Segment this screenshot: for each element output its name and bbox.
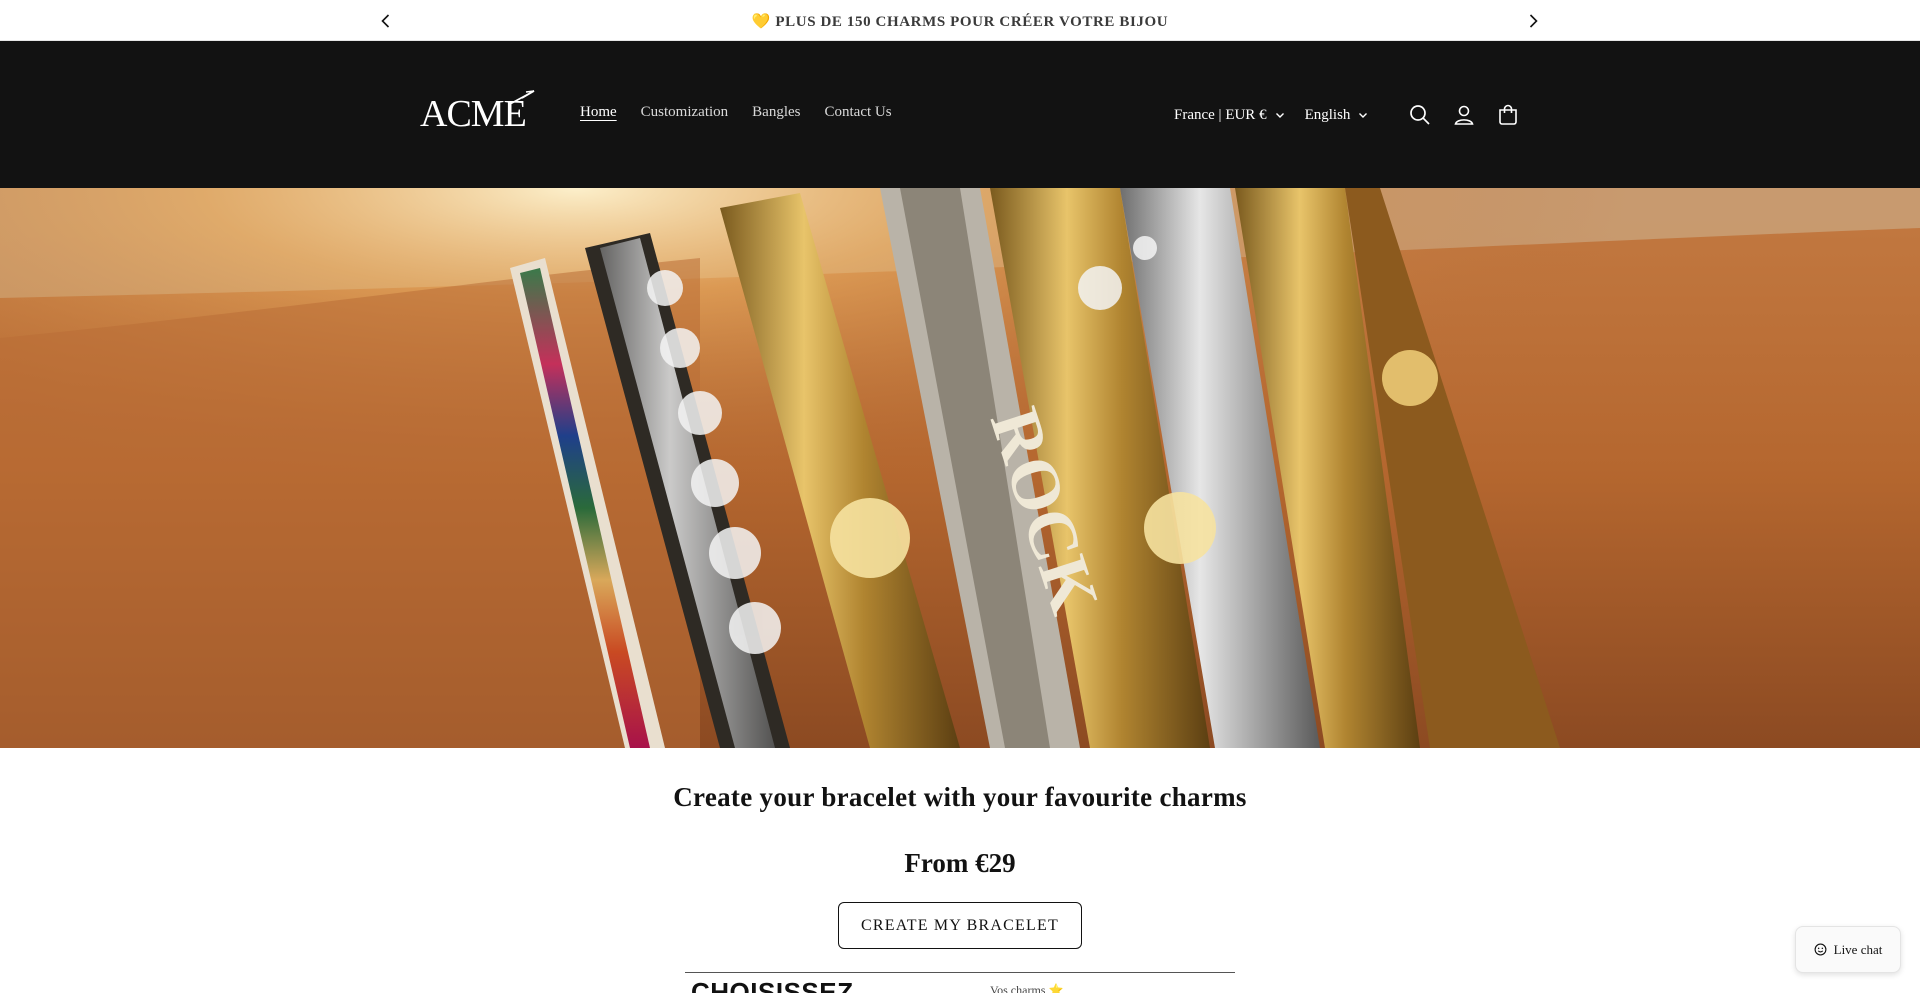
create-bracelet-button[interactable]: CREATE MY BRACELET <box>838 902 1082 949</box>
smiley-icon <box>1814 943 1827 956</box>
site-logo[interactable]: ACME <box>420 88 535 138</box>
nav-item-contact[interactable]: Contact Us <box>825 104 892 121</box>
live-chat-label: Live chat <box>1833 941 1883 957</box>
account-icon[interactable] <box>1452 103 1476 127</box>
chevron-down-icon <box>1359 113 1368 118</box>
bangles-photo: ROCK <box>0 188 1920 748</box>
nav-item-customization[interactable]: Customization <box>641 104 729 121</box>
logo-sparkle-icon <box>509 90 535 105</box>
announcement-bar: 💛 PLUS DE 150 CHARMS POUR CRÉER VOTRE BI… <box>0 0 1920 41</box>
page-headline: Create your bracelet with your favourite… <box>673 782 1247 812</box>
nav-item-home[interactable]: Home <box>580 104 617 121</box>
search-icon[interactable] <box>1408 103 1432 127</box>
announcement-text: 💛 PLUS DE 150 CHARMS POUR CRÉER VOTRE BI… <box>751 14 1169 30</box>
hero-image: ROCK <box>0 188 1920 748</box>
main-nav: Home Customization Bangles Contact Us <box>580 104 892 121</box>
heart-emoji: 💛 <box>751 14 772 30</box>
language-selector[interactable]: English <box>1305 107 1369 124</box>
header-actions: France | EUR € English <box>1174 103 1520 127</box>
nav-item-bangles[interactable]: Bangles <box>752 104 800 121</box>
teaser-subtitle: Vos charms ⭐ <box>990 983 1064 993</box>
chevron-right-icon <box>1529 14 1538 28</box>
charms-teaser: CHOISISSEZ Vos charms ⭐ <box>685 972 1235 993</box>
teaser-title: CHOISISSEZ <box>691 977 854 993</box>
country-selector[interactable]: France | EUR € <box>1174 107 1285 124</box>
price-from: From €29 <box>904 848 1016 878</box>
cart-icon[interactable] <box>1496 103 1520 127</box>
live-chat-button[interactable]: Live chat <box>1795 926 1901 973</box>
site-header: ACME Home Customization Bangles Contact … <box>0 41 1920 188</box>
chevron-down-icon <box>1275 113 1284 118</box>
next-announcement-button[interactable] <box>1523 11 1543 31</box>
